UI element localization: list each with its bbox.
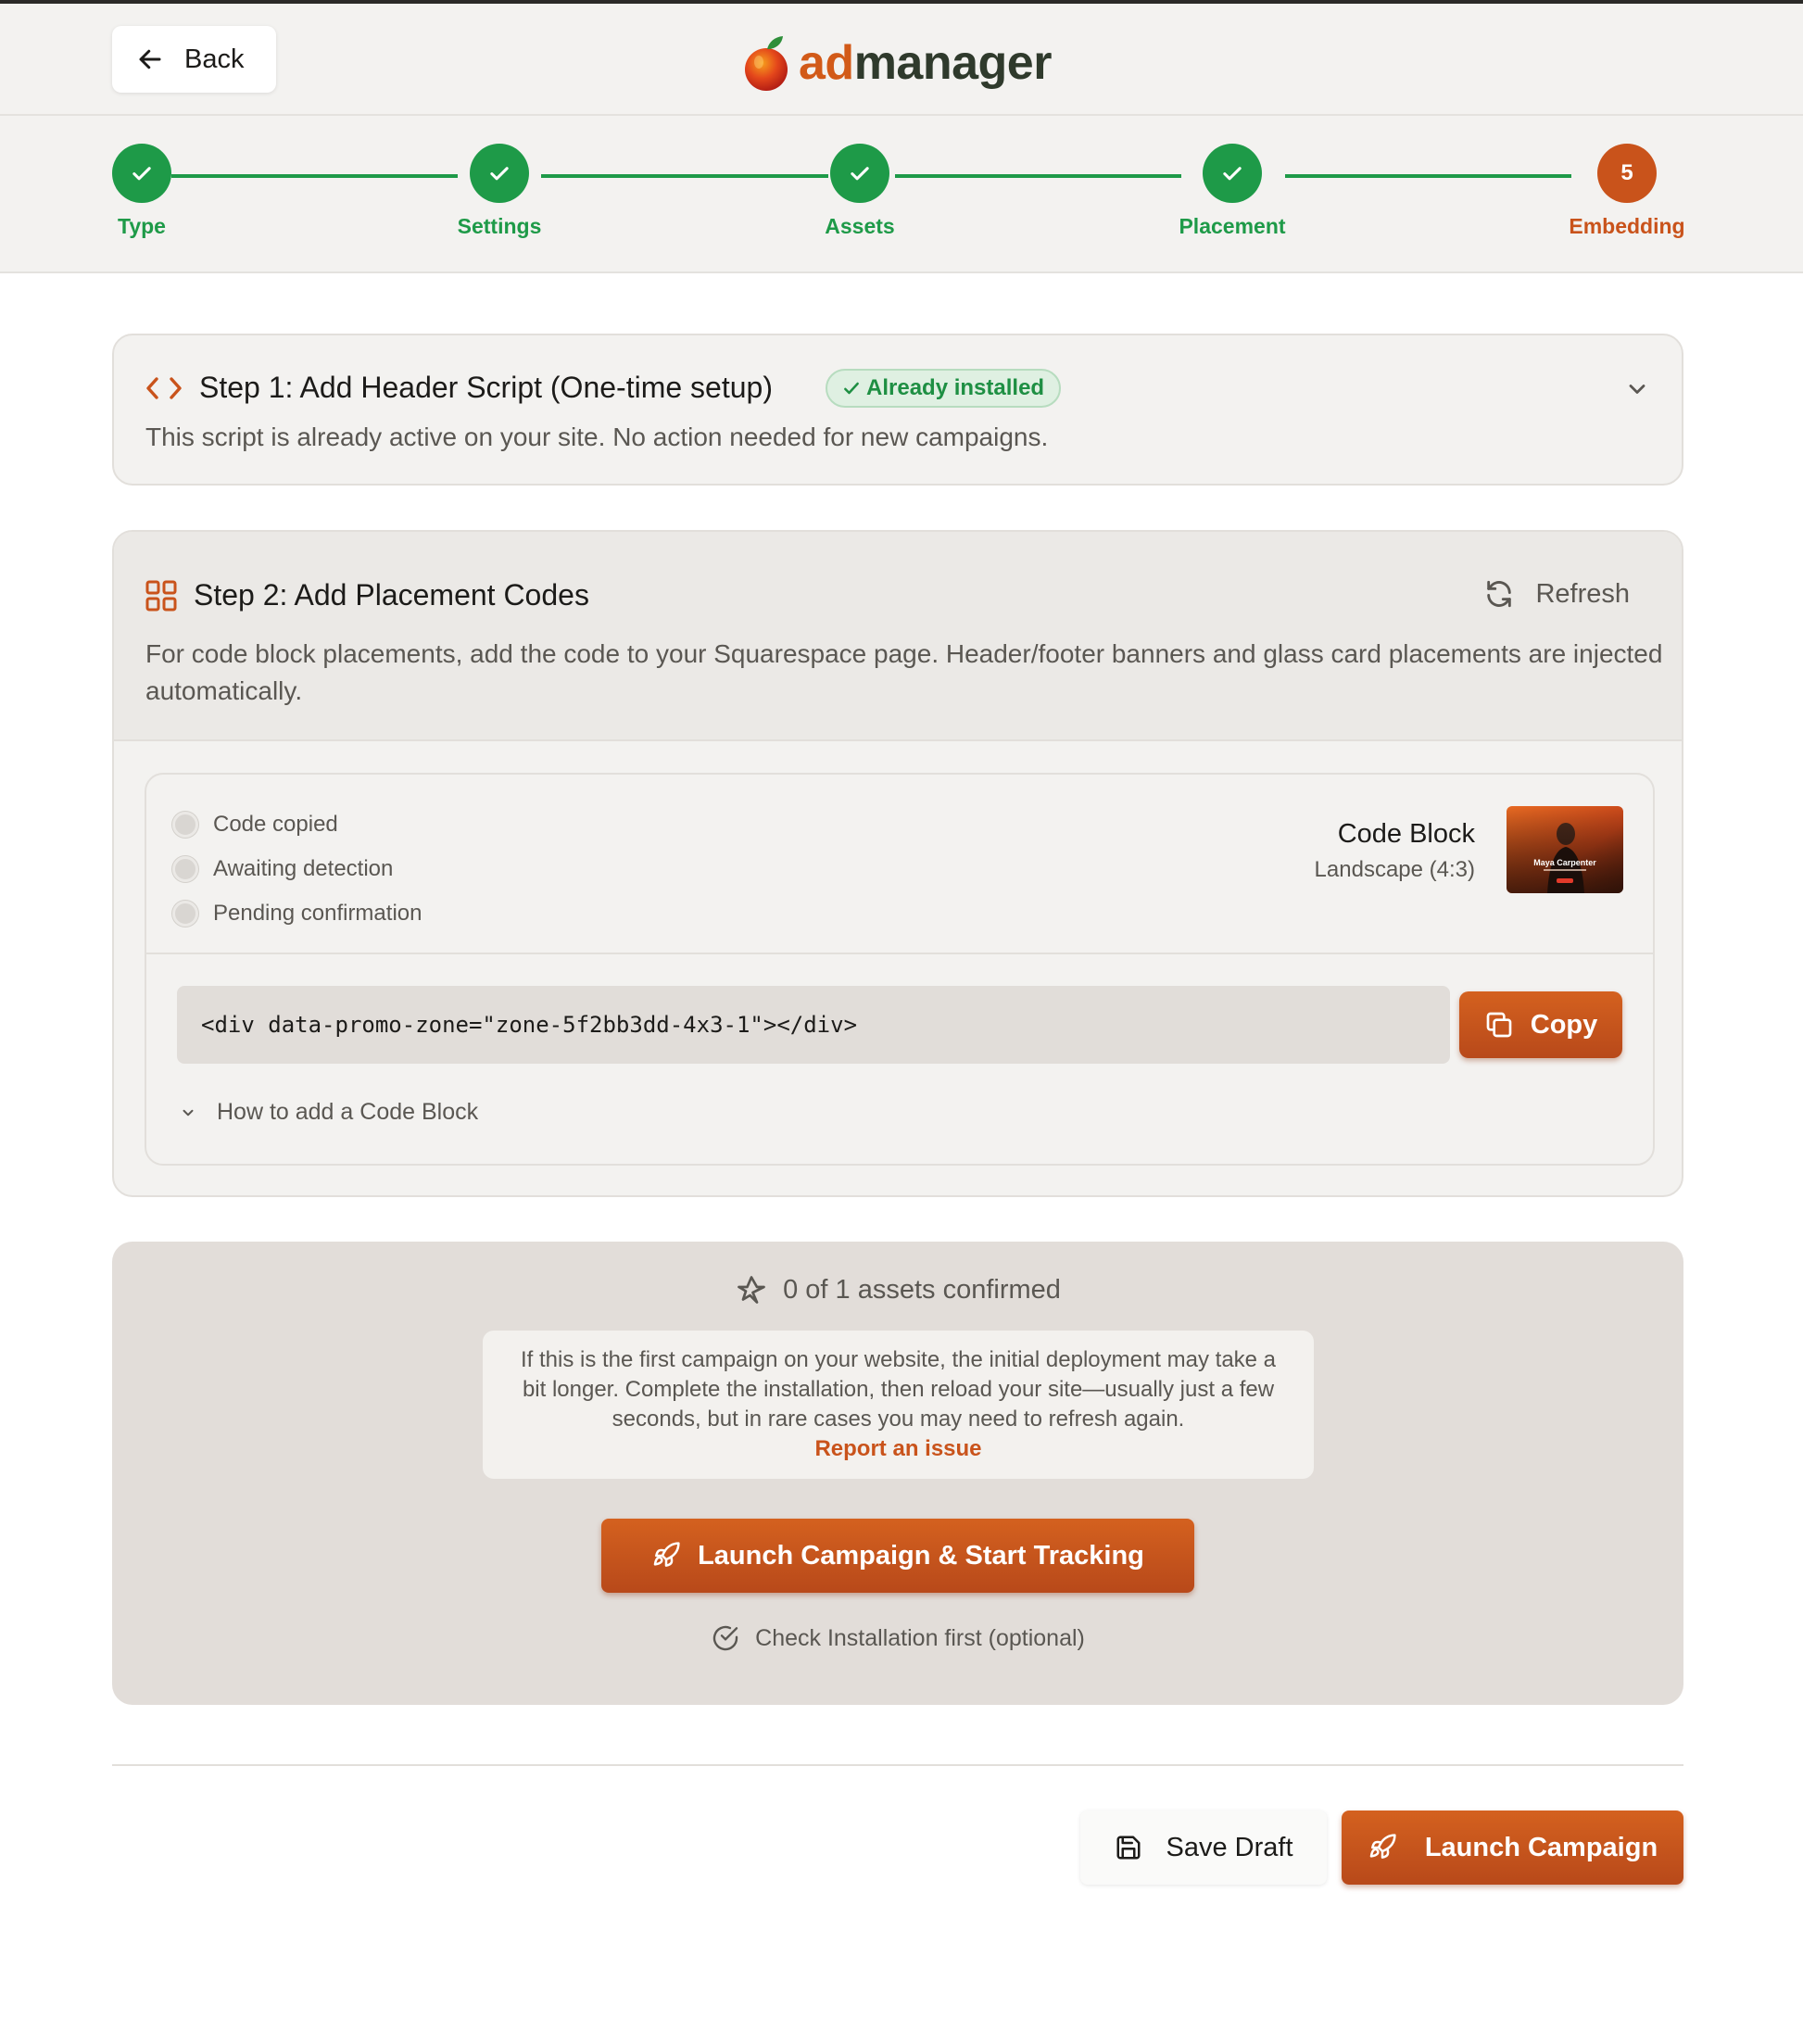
copy-button[interactable]: Copy [1459,991,1622,1058]
logo: admanager [741,28,1052,98]
step-connector [1285,174,1571,178]
step-label: Embedding [1569,214,1685,238]
back-button[interactable]: Back [112,26,276,93]
step-label: Type [118,214,166,238]
step1-heading: Step 1: Add Header Script (One-time setu… [145,371,773,405]
step2-title: Step 2: Add Placement Codes [194,578,589,612]
check-icon [1223,167,1242,181]
rocket-icon [1369,1834,1396,1859]
status-item-pending-confirmation: Pending confirmation [172,891,422,936]
step1-description: This script is already active on your si… [145,423,1049,451]
refresh-button[interactable]: Refresh [1483,578,1630,610]
progress-stepper: Type Settings Assets Placement 5 Embeddi… [0,116,1803,273]
back-button-label: Back [184,44,245,74]
launch-campaign-label: Launch Campaign [1424,1832,1658,1862]
step1-title: Step 1: Add Header Script (One-time setu… [199,371,773,404]
step2-description: For code block placements, add the code … [145,639,1663,705]
launch-panel: 0 of 1 assets confirmed If this is the f… [112,1242,1683,1705]
step-current-circle: 5 [1597,144,1657,203]
step-settings[interactable]: Settings [407,144,592,239]
save-draft-button[interactable]: Save Draft [1080,1811,1327,1885]
asset-thumbnail: Maya Carpenter [1507,806,1623,893]
installed-badge-label: Already installed [866,375,1045,400]
step-complete-circle [470,144,529,203]
step-embedding[interactable]: 5 Embedding [1534,144,1720,239]
step1-card: Step 1: Add Header Script (One-time setu… [112,334,1683,486]
launch-and-track-label: Launch Campaign & Start Tracking [698,1540,1144,1571]
step-connector [541,174,828,178]
step-label: Placement [1179,214,1286,238]
step-complete-circle [1203,144,1262,203]
placement-code-panel: Code copied Awaiting detection Pending c… [145,773,1655,1166]
placement-code-snippet[interactable]: <div data-promo-zone="zone-5f2bb3dd-4x3-… [177,986,1450,1064]
check-circle-icon [713,1625,738,1651]
status-item-code-copied: Code copied [172,802,422,847]
arrow-left-icon [139,49,161,69]
apple-logo-icon [745,36,788,91]
launch-and-track-button[interactable]: Launch Campaign & Start Tracking [601,1519,1194,1593]
copy-button-label: Copy [1530,1009,1598,1040]
step-complete-circle [830,144,889,203]
logo-text-ad: ad [799,36,854,90]
activity-icon [738,1276,765,1304]
save-draft-label: Save Draft [1166,1832,1293,1862]
status-label: Awaiting detection [213,856,394,881]
step-placement[interactable]: Placement [1140,144,1325,239]
status-pending-dot [172,901,198,927]
check-icon [851,167,869,181]
step-connector [171,174,458,178]
placement-info: Code Block Landscape (4:3) [1315,819,1475,883]
status-label: Code copied [213,812,338,837]
status-item-awaiting-detection: Awaiting detection [172,847,422,891]
step-connector [895,174,1181,178]
howto-toggle[interactable]: How to add a Code Block [180,1099,478,1126]
step-label: Settings [457,214,542,238]
refresh-label: Refresh [1535,578,1630,609]
check-installation-button[interactable]: Check Installation first (optional) [112,1623,1683,1653]
confirmation-status-label: 0 of 1 assets confirmed [783,1274,1061,1305]
howto-label: How to add a Code Block [217,1099,479,1125]
placement-type: Code Block [1337,819,1475,849]
confirmation-status: 0 of 1 assets confirmed [112,1273,1683,1306]
thumbnail-caption: Maya Carpenter [1533,858,1596,867]
chevron-down-icon [183,1109,194,1116]
step-assets[interactable]: Assets [767,144,952,239]
check-icon [844,382,859,395]
code-icon [146,376,182,399]
grid-icon [145,580,177,611]
step-label: Assets [825,214,895,238]
step2-header: Step 2: Add Placement Codes Refresh For … [114,532,1682,741]
footer-divider [112,1764,1683,1766]
deployment-note-text: If this is the first campaign on your we… [520,1347,1277,1432]
step2-card: Step 2: Add Placement Codes Refresh For … [112,530,1683,1197]
step-complete-circle [112,144,171,203]
step2-heading: Step 2: Add Placement Codes [145,578,589,612]
installed-badge: Already installed [826,369,1062,408]
step-type[interactable]: Type [49,144,234,239]
status-list: Code copied Awaiting detection Pending c… [172,802,422,936]
placement-format: Landscape (4:3) [1314,857,1475,882]
check-icon [490,167,509,181]
panel-divider [146,953,1653,954]
status-label: Pending confirmation [213,901,422,926]
rocket-icon [653,1542,680,1567]
deployment-note: If this is the first campaign on your we… [483,1331,1314,1479]
launch-campaign-button[interactable]: Launch Campaign [1342,1811,1683,1885]
copy-icon [1486,1012,1512,1038]
save-icon [1116,1836,1140,1860]
chevron-down-icon[interactable] [1624,376,1650,402]
check-icon [132,167,151,181]
report-issue-link[interactable]: Report an issue [483,1434,1314,1464]
app-header: Back admanager [0,4,1803,116]
status-pending-dot [172,812,198,838]
status-pending-dot [172,856,198,882]
refresh-icon [1487,580,1512,608]
logo-text-manager: manager [853,36,1053,90]
check-installation-label: Check Installation first (optional) [755,1624,1085,1651]
